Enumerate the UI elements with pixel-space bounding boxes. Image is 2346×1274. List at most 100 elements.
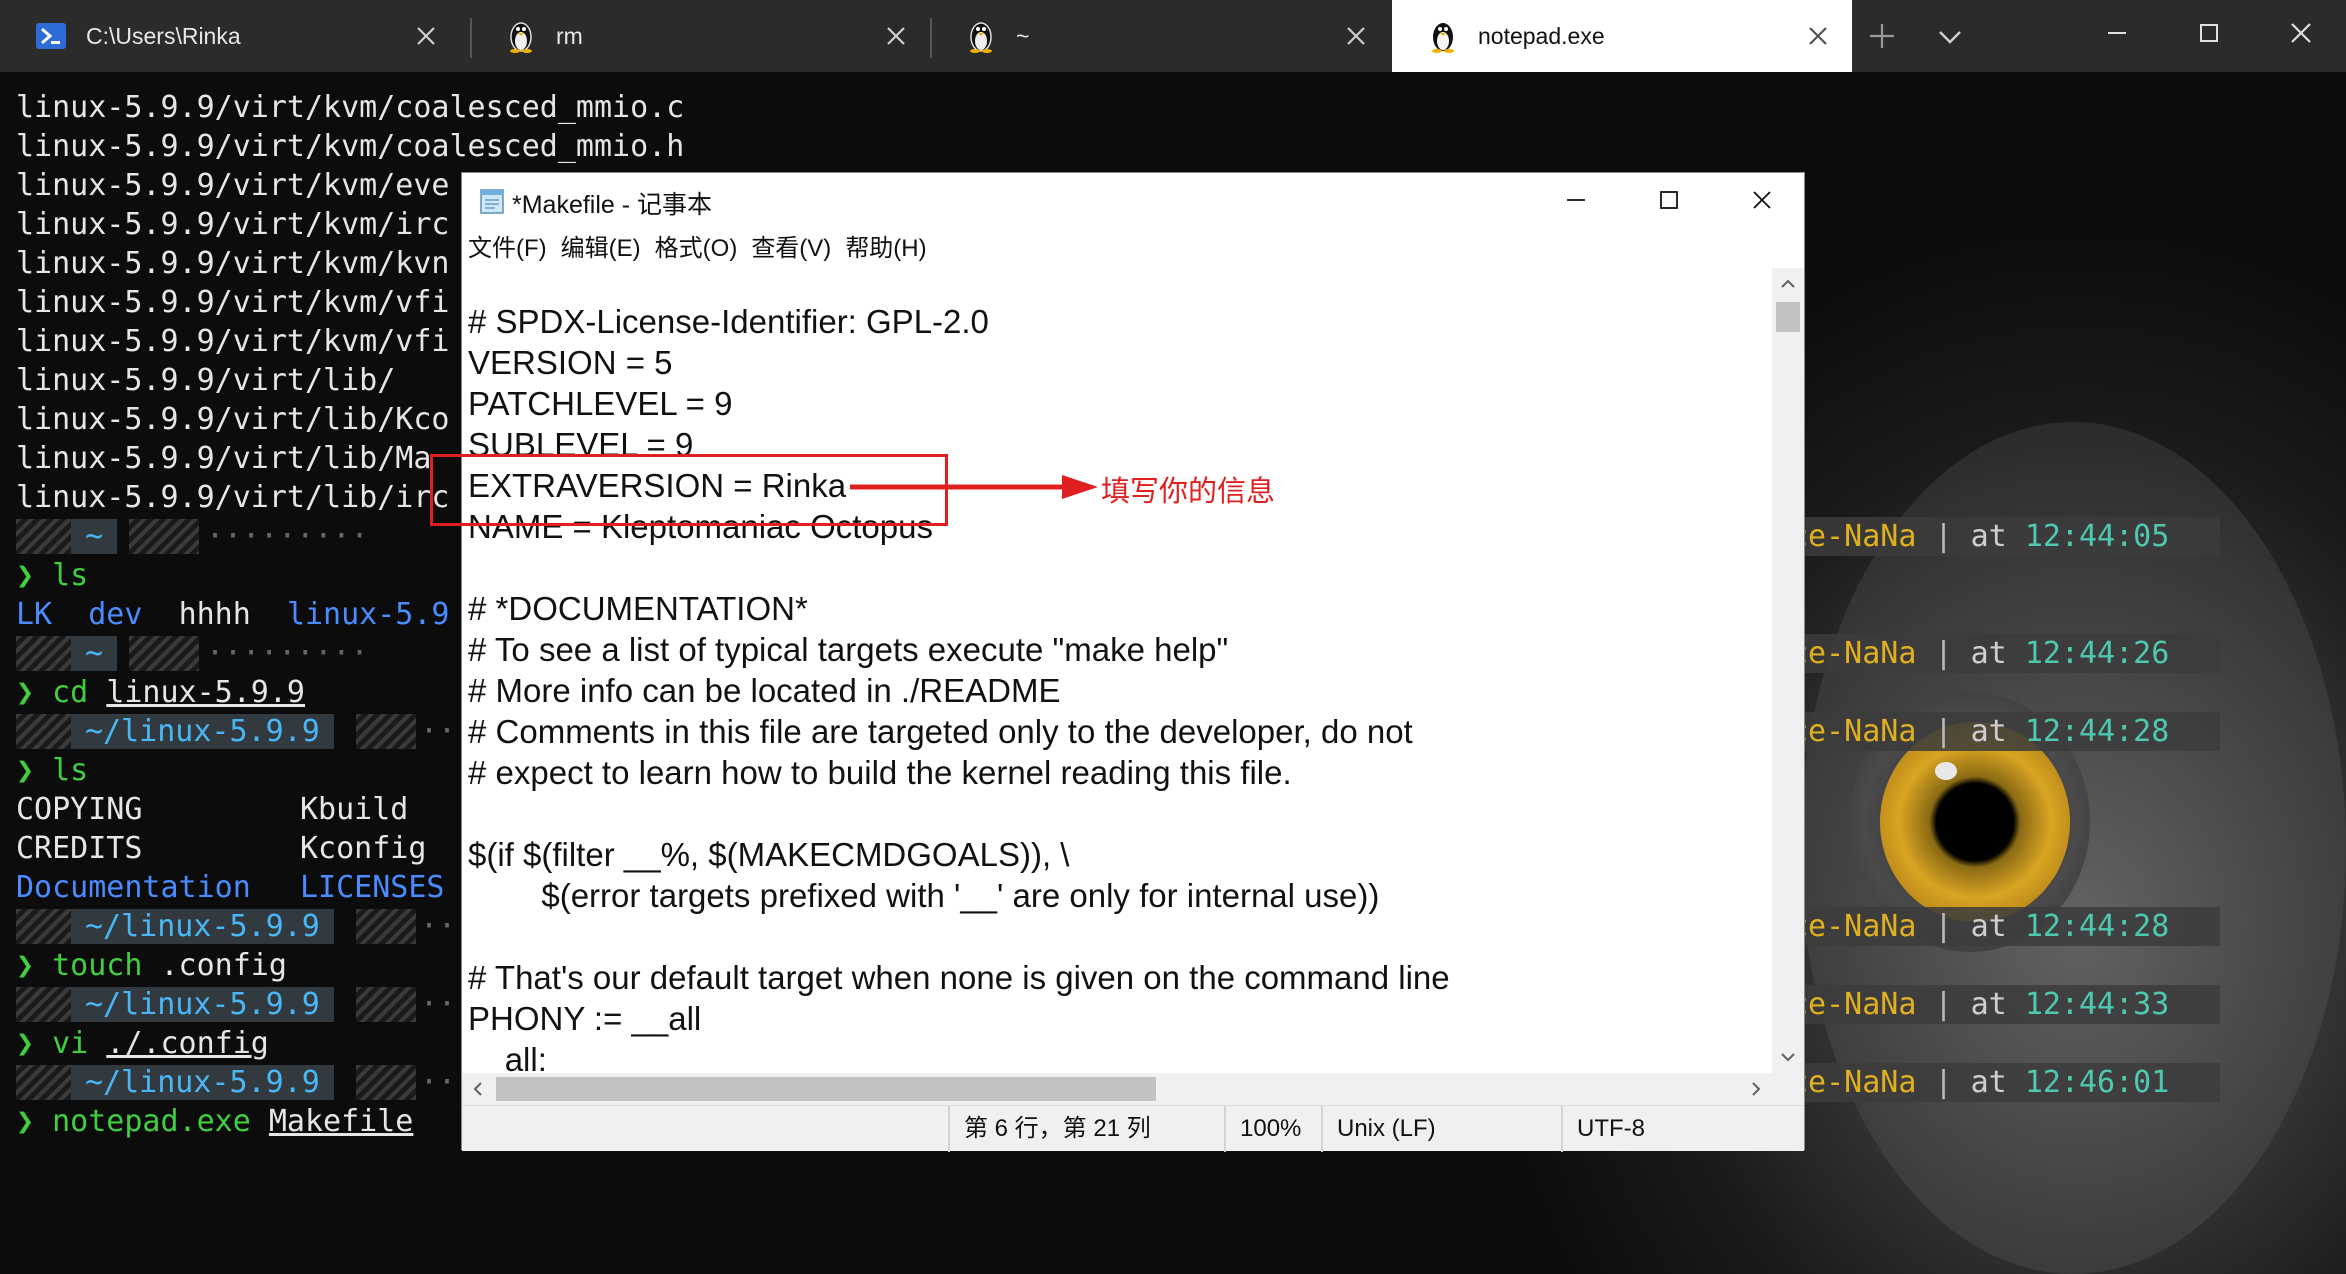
- terminal-line: Kconfig: [300, 829, 426, 868]
- status-time: 12:44:28: [2024, 909, 2170, 944]
- maximize-icon[interactable]: [1652, 183, 1686, 217]
- ls-entry: dev: [88, 597, 143, 632]
- new-tab-icon[interactable]: [1866, 20, 1898, 52]
- scroll-up-icon[interactable]: [1778, 274, 1798, 294]
- terminal-line: linux-5.9.9/virt/kvm/kvn: [16, 246, 450, 281]
- prompt-dots: ··: [420, 714, 457, 749]
- notepad-status-bar: 第 6 行，第 21 列 100% Unix (LF) UTF-8: [462, 1105, 1804, 1152]
- prompt-hatch: [16, 1065, 71, 1100]
- prompt-bar: ~ ·········: [16, 517, 456, 556]
- vertical-scroll-thumb[interactable]: [1776, 302, 1800, 332]
- notepad-title-bar[interactable]: *Makefile - 记事本: [462, 173, 1804, 225]
- editor-line: PATCHLEVEL = 9: [468, 385, 733, 422]
- tab-home[interactable]: ~: [930, 0, 1390, 72]
- tab-label: C:\Users\Rinka: [86, 22, 241, 49]
- prompt-path: ~/linux-5.9.9: [71, 1065, 334, 1100]
- menu-format[interactable]: 格式(O): [655, 228, 738, 263]
- minimize-icon[interactable]: [1559, 183, 1593, 217]
- prompt-hatch: [356, 1065, 416, 1100]
- ls-entry: Documentation: [16, 870, 251, 905]
- terminal-line: Kbuild: [300, 790, 408, 829]
- terminal-line: ❯ touch .config: [16, 946, 287, 985]
- terminal-line: linux-5.9.9/virt/lib/irc: [16, 480, 450, 515]
- scroll-down-icon[interactable]: [1778, 1047, 1798, 1067]
- tab-notepad[interactable]: notepad.exe: [1392, 0, 1852, 72]
- status-user: ce-NaNa: [1790, 909, 1917, 944]
- prompt-dots: ··: [420, 1065, 457, 1100]
- terminal-line: ❯ cd linux-5.9.9: [16, 673, 305, 712]
- prompt-bar: ~ ·········: [16, 634, 456, 673]
- close-window-icon[interactable]: [2284, 16, 2318, 50]
- status-time: 12:44:28: [2024, 714, 2170, 749]
- owl-eye-glint: [1935, 762, 1957, 780]
- notepad-text-area[interactable]: # SPDX-License-Identifier: GPL-2.0 VERSI…: [462, 268, 1772, 1073]
- status-time: 12:44:33: [2024, 987, 2170, 1022]
- terminal-line: CREDITS: [16, 829, 142, 868]
- command: ls: [52, 753, 89, 788]
- prompt-hatch: [16, 909, 71, 944]
- command-arg: Makefile: [268, 1104, 414, 1139]
- notepad-window[interactable]: *Makefile - 记事本 文件(F) 编辑(E) 格式(O) 查看(V) …: [461, 172, 1805, 1152]
- terminal-line: linux-5.9.9/virt/kvm/vfi: [16, 324, 450, 359]
- menu-view[interactable]: 查看(V): [751, 228, 831, 263]
- command: vi: [52, 1026, 89, 1061]
- ls-entry: COPYING: [16, 792, 143, 827]
- status-at: at: [1970, 519, 2007, 554]
- status-time: 12:44:26: [2024, 636, 2170, 671]
- horizontal-scrollbar[interactable]: [462, 1073, 1772, 1105]
- prompt-hatch: [356, 714, 416, 749]
- scroll-left-icon[interactable]: [468, 1079, 488, 1099]
- status-at: at: [1970, 987, 2007, 1022]
- chevron-down-icon[interactable]: [1934, 22, 1966, 52]
- ls-entry: linux-5.9: [286, 597, 450, 632]
- prompt-hatch: [356, 987, 416, 1022]
- status-user: ce-NaNa: [1790, 519, 1917, 554]
- prompt-dots: ··: [420, 909, 457, 944]
- prompt-bar: ~/linux-5.9.9 ··: [16, 985, 456, 1024]
- status-encoding: UTF-8: [1561, 1106, 1761, 1152]
- right-prompt-status: ce-NaNa | at 12:44:28: [1790, 712, 2220, 751]
- editor-line: # More info can be located in ./README: [468, 672, 1061, 709]
- status-user: ce-NaNa: [1790, 714, 1917, 749]
- status-zoom: 100%: [1224, 1106, 1314, 1152]
- prompt-symbol: ❯: [16, 948, 35, 983]
- prompt-path: ~: [71, 636, 118, 671]
- prompt-dots: ·········: [206, 519, 369, 554]
- editor-line: # That's our default target when none is…: [468, 959, 1450, 996]
- vertical-scrollbar[interactable]: [1772, 268, 1804, 1073]
- horizontal-scroll-thumb[interactable]: [496, 1077, 1156, 1101]
- prompt-symbol: ❯: [16, 558, 35, 593]
- prompt-symbol: ❯: [16, 1104, 35, 1139]
- status-user: ce-NaNa: [1790, 1065, 1917, 1100]
- scroll-right-icon[interactable]: [1746, 1079, 1766, 1099]
- command: touch: [52, 948, 143, 983]
- close-window-icon[interactable]: [1745, 183, 1779, 217]
- menu-file[interactable]: 文件(F): [468, 228, 547, 263]
- minimize-icon[interactable]: [2100, 16, 2134, 50]
- status-at: at: [1970, 636, 2007, 671]
- notepad-app-icon: [478, 187, 506, 215]
- linux-penguin-icon: [504, 19, 538, 53]
- maximize-icon[interactable]: [2192, 16, 2226, 50]
- owl-eye: [1880, 722, 2070, 922]
- menu-edit[interactable]: 编辑(E): [561, 228, 641, 263]
- tab-label: ~: [1016, 22, 1030, 49]
- prompt-hatch: [129, 636, 199, 671]
- editor-line: $(if $(filter __%, $(MAKECMDGOALS)), \: [468, 836, 1070, 873]
- close-tab-icon[interactable]: [412, 22, 440, 50]
- close-tab-icon[interactable]: [1342, 22, 1370, 50]
- close-tab-icon[interactable]: [882, 22, 910, 50]
- menu-help[interactable]: 帮助(H): [845, 228, 926, 263]
- terminal-line: linux-5.9.9/virt/lib/Ma: [16, 441, 432, 476]
- prompt-dots: ··: [420, 987, 457, 1022]
- tab-users-rinka[interactable]: C:\Users\Rinka: [0, 0, 460, 72]
- right-prompt-status: ce-NaNa | at 12:44:28: [1790, 907, 2220, 946]
- close-tab-icon[interactable]: [1804, 22, 1832, 50]
- resize-grip-corner[interactable]: [1772, 1073, 1804, 1105]
- tab-label: rm: [556, 22, 583, 49]
- tab-rm[interactable]: rm: [470, 0, 930, 72]
- right-prompt-status: ce-NaNa | at 12:44:26: [1790, 634, 2220, 673]
- prompt-path: ~/linux-5.9.9: [71, 909, 334, 944]
- editor-line: # Comments in this file are targeted onl…: [468, 713, 1413, 750]
- prompt-path: ~: [71, 519, 118, 554]
